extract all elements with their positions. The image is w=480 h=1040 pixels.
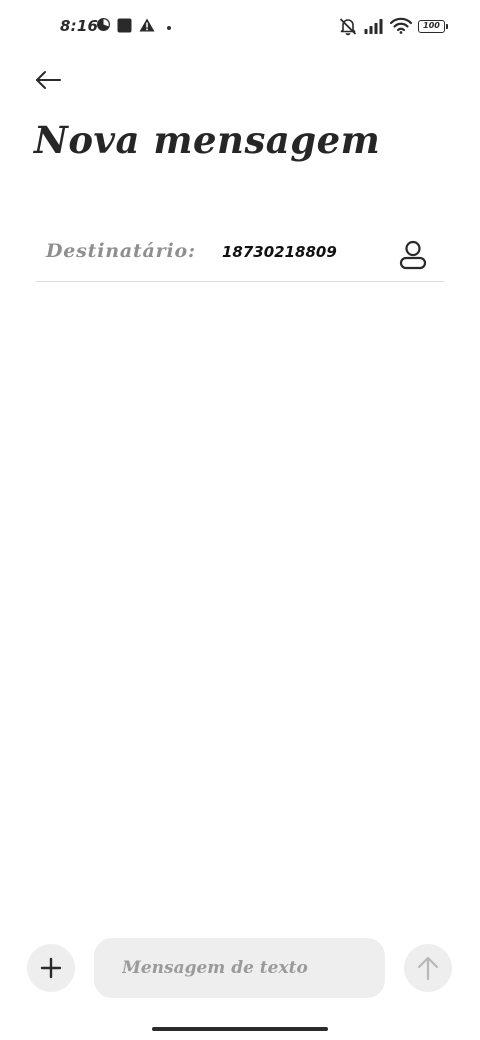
- battery-icon: 100: [418, 20, 445, 33]
- plus-icon: [40, 957, 62, 979]
- person-icon: [399, 240, 427, 270]
- back-button[interactable]: [30, 64, 66, 96]
- status-time: 8:16: [60, 17, 99, 35]
- recipient-label: Destinatário:: [46, 240, 196, 262]
- attach-button[interactable]: [27, 944, 75, 992]
- warning-icon: [139, 18, 155, 32]
- send-button[interactable]: [404, 944, 452, 992]
- message-input[interactable]: [94, 938, 385, 998]
- recipient-value[interactable]: 18730218809: [222, 243, 337, 261]
- square-app-icon: [117, 18, 132, 33]
- pie-clock-icon: [97, 18, 110, 31]
- battery-tip: [446, 24, 448, 29]
- dot-icon: [167, 26, 171, 30]
- wifi-icon: [390, 17, 412, 34]
- contact-picker-button[interactable]: [394, 236, 432, 274]
- status-bar: 8:16 100: [0, 0, 480, 56]
- arrow-left-icon: [36, 71, 61, 89]
- signal-icon: [364, 19, 383, 34]
- arrow-up-icon: [417, 956, 439, 981]
- page-title: Nova mensagem: [34, 118, 381, 162]
- mute-icon: [339, 18, 357, 36]
- recipient-field[interactable]: Destinatário: 18730218809: [36, 226, 444, 282]
- home-indicator[interactable]: [152, 1027, 328, 1031]
